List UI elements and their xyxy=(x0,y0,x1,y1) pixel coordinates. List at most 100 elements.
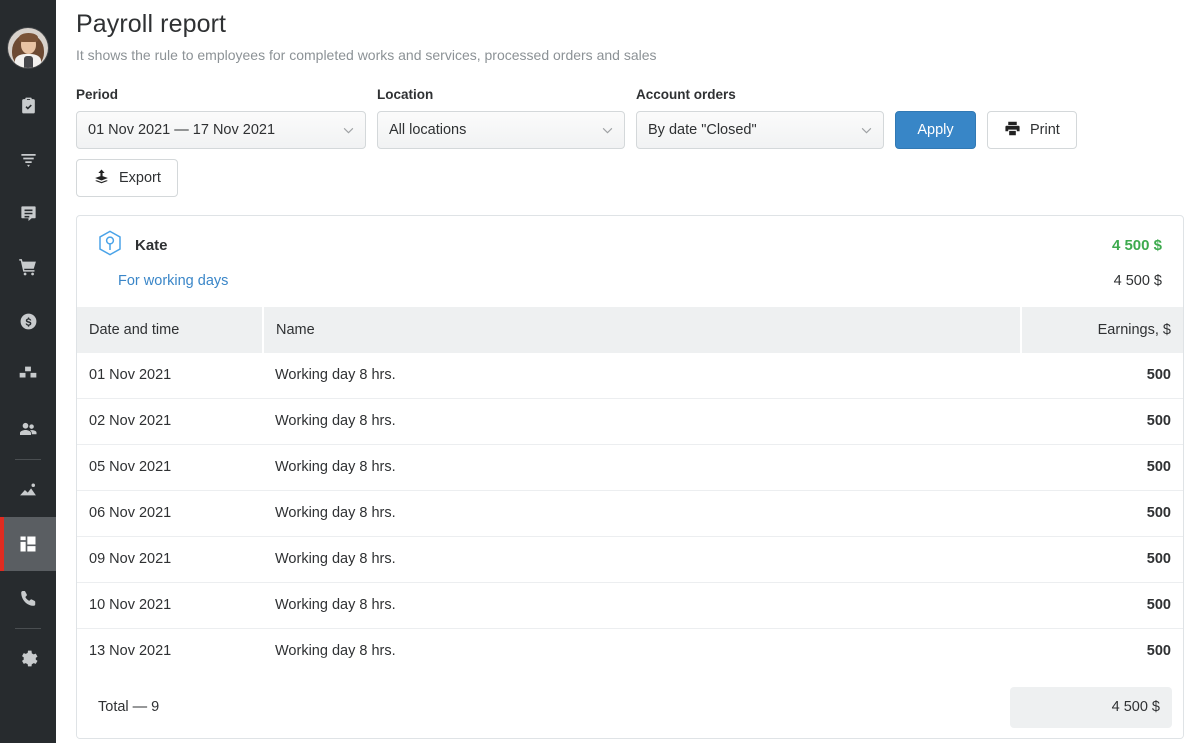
avatar[interactable] xyxy=(8,28,48,68)
cell-date: 13 Nov 2021 xyxy=(77,628,263,675)
sidebar-item-settings[interactable] xyxy=(0,632,56,686)
cell-earnings: 500 xyxy=(1021,490,1183,537)
sidebar-item-clients[interactable] xyxy=(0,402,56,456)
avatar-strap xyxy=(24,56,33,68)
cart-icon xyxy=(18,257,38,277)
main-content: Payroll report It shows the rule to empl… xyxy=(56,0,1200,743)
table-row[interactable]: 02 Nov 2021 Working day 8 hrs. 500 xyxy=(77,398,1183,445)
clipboard-check-icon xyxy=(19,96,38,115)
table-header-row: Date and time Name Earnings, $ xyxy=(77,307,1183,353)
table-row[interactable]: 13 Nov 2021 Working day 8 hrs. 500 xyxy=(77,628,1183,675)
sidebar-item-analytics[interactable] xyxy=(0,463,56,517)
users-icon xyxy=(18,419,38,439)
cell-name: Working day 8 hrs. xyxy=(263,582,1021,629)
total-row: Total — 9 4 500 $ xyxy=(77,676,1183,738)
apply-button[interactable]: Apply xyxy=(895,111,976,149)
gear-icon xyxy=(18,649,38,669)
export-button[interactable]: Export xyxy=(76,159,178,197)
cell-earnings: 500 xyxy=(1021,444,1183,491)
report-card: Kate 4 500 $ For working days 4 500 $ Da… xyxy=(76,215,1184,739)
sidebar-separator xyxy=(15,459,41,460)
account-orders-field: Account orders By date "Closed" xyxy=(636,87,884,149)
location-value: All locations xyxy=(389,122,467,138)
cell-name: Working day 8 hrs. xyxy=(263,490,1021,537)
dashboard-grid-icon xyxy=(18,534,38,554)
printer-icon xyxy=(1004,120,1021,141)
sidebar-item-calls[interactable] xyxy=(0,571,56,625)
boxes-icon xyxy=(18,365,38,385)
period-value: 01 Nov 2021 — 17 Nov 2021 xyxy=(88,122,276,138)
period-label: Period xyxy=(76,87,119,102)
table-row[interactable]: 01 Nov 2021 Working day 8 hrs. 500 xyxy=(77,353,1183,399)
cell-earnings: 500 xyxy=(1021,628,1183,675)
dollar-circle-icon xyxy=(19,312,38,331)
phone-icon xyxy=(19,589,38,608)
period-field: Period 01 Nov 2021 — 17 Nov 2021 xyxy=(76,87,366,149)
column-header-name: Name xyxy=(263,307,1022,353)
sidebar-item-messages[interactable] xyxy=(0,186,56,240)
period-select[interactable]: 01 Nov 2021 — 17 Nov 2021 xyxy=(76,111,366,149)
sidebar-item-inventory[interactable] xyxy=(0,348,56,402)
employee-total: 4 500 $ xyxy=(1111,237,1162,254)
cell-earnings: 500 xyxy=(1021,398,1183,445)
employee-group-row: For working days 4 500 $ xyxy=(77,261,1183,289)
chevron-down-icon xyxy=(602,122,613,138)
earnings-table: Date and time Name Earnings, $ 01 Nov 20… xyxy=(77,307,1183,738)
table-row[interactable]: 06 Nov 2021 Working day 8 hrs. 500 xyxy=(77,490,1183,537)
cell-date: 10 Nov 2021 xyxy=(77,582,263,629)
apply-button-label: Apply xyxy=(917,122,954,138)
cell-earnings: 500 xyxy=(1021,536,1183,583)
avatar-hair-front xyxy=(19,33,38,42)
export-icon xyxy=(93,168,110,189)
print-button-label: Print xyxy=(1030,122,1060,138)
cell-earnings: 500 xyxy=(1021,582,1183,629)
employee-name: Kate xyxy=(135,237,168,254)
sidebar xyxy=(0,0,56,743)
sidebar-item-finance[interactable] xyxy=(0,294,56,348)
cube-hex-icon xyxy=(98,230,122,261)
table-row[interactable]: 09 Nov 2021 Working day 8 hrs. 500 xyxy=(77,536,1183,583)
cell-date: 09 Nov 2021 xyxy=(77,536,263,583)
page-subtitle: It shows the rule to employees for compl… xyxy=(76,47,657,63)
location-field: Location All locations xyxy=(377,87,625,149)
sidebar-separator xyxy=(15,628,41,629)
account-orders-select[interactable]: By date "Closed" xyxy=(636,111,884,149)
employee-header: Kate 4 500 $ xyxy=(77,216,1183,261)
app-root: Payroll report It shows the rule to empl… xyxy=(0,0,1200,743)
export-button-label: Export xyxy=(119,170,161,186)
table-row[interactable]: 10 Nov 2021 Working day 8 hrs. 500 xyxy=(77,582,1183,629)
table-row[interactable]: 05 Nov 2021 Working day 8 hrs. 500 xyxy=(77,444,1183,491)
print-button[interactable]: Print xyxy=(987,111,1077,149)
filters-bar: Period 01 Nov 2021 — 17 Nov 2021 Locatio… xyxy=(76,87,1184,149)
column-header-date: Date and time xyxy=(77,307,264,353)
column-header-earnings: Earnings, $ xyxy=(1021,307,1183,353)
chat-message-icon xyxy=(19,204,38,223)
chevron-down-icon xyxy=(343,122,354,138)
cell-name: Working day 8 hrs. xyxy=(263,398,1021,445)
for-working-days-link[interactable]: For working days xyxy=(118,273,228,289)
chart-area-icon xyxy=(18,480,38,500)
sidebar-item-orders[interactable] xyxy=(0,240,56,294)
sidebar-item-tasks[interactable] xyxy=(0,78,56,132)
table-head: Date and time Name Earnings, $ xyxy=(77,307,1183,353)
cell-name: Working day 8 hrs. xyxy=(263,628,1021,675)
account-orders-label: Account orders xyxy=(636,87,736,102)
cell-date: 06 Nov 2021 xyxy=(77,490,263,537)
cell-name: Working day 8 hrs. xyxy=(263,353,1021,399)
account-orders-value: By date "Closed" xyxy=(648,122,757,138)
cell-date: 02 Nov 2021 xyxy=(77,398,263,445)
total-value: 4 500 $ xyxy=(1010,686,1172,728)
sidebar-item-reports[interactable] xyxy=(0,517,56,571)
cell-date: 01 Nov 2021 xyxy=(77,353,263,399)
cell-name: Working day 8 hrs. xyxy=(263,444,1021,491)
cell-earnings: 500 xyxy=(1021,353,1183,399)
sidebar-item-funnel[interactable] xyxy=(0,132,56,186)
location-label: Location xyxy=(377,87,434,102)
group-amount: 4 500 $ xyxy=(1113,273,1162,289)
sidebar-nav xyxy=(0,78,56,686)
location-select[interactable]: All locations xyxy=(377,111,625,149)
total-label: Total — 9 xyxy=(98,699,160,715)
cell-name: Working day 8 hrs. xyxy=(263,536,1021,583)
page-title: Payroll report xyxy=(76,10,227,38)
chevron-down-icon xyxy=(861,122,872,138)
